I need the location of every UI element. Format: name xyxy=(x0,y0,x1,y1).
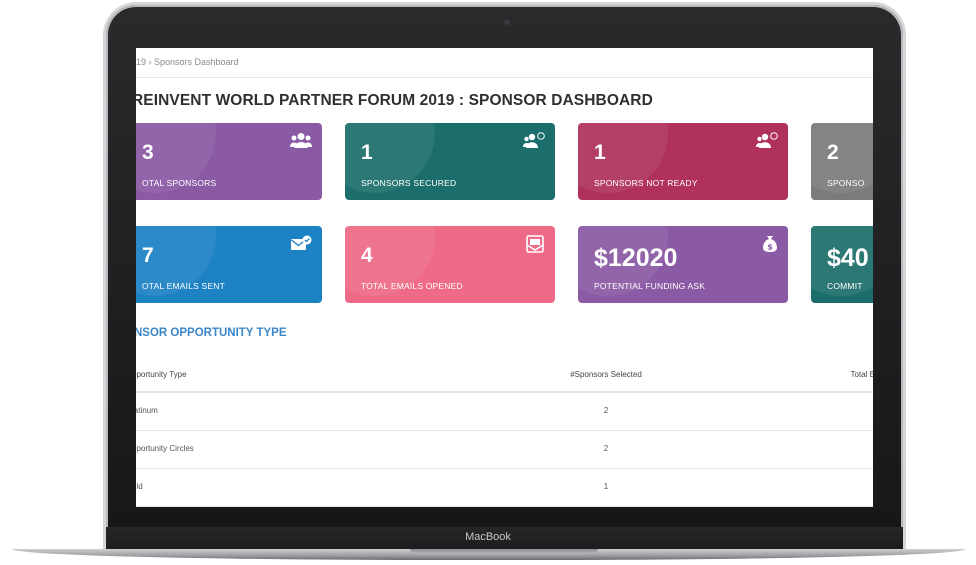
card-label: COMMIT xyxy=(827,281,863,291)
column-header[interactable]: pportunity Type xyxy=(136,370,187,379)
page-title: REINVENT WORLD PARTNER FORUM 2019 : SPON… xyxy=(136,92,653,109)
users-icon xyxy=(290,132,312,153)
card-label: OTAL SPONSORS xyxy=(142,178,217,188)
money-bag-icon: $ xyxy=(762,235,778,257)
laptop-notch xyxy=(410,549,598,554)
card-total-emails-opened[interactable]: 4 TOTAL EMAILS OPENED xyxy=(345,226,555,303)
card-value: $12020 xyxy=(594,244,678,272)
card-label: TOTAL EMAILS OPENED xyxy=(361,281,463,291)
column-header[interactable]: #Sponsors Selected xyxy=(546,370,666,379)
card-total-emails-sent[interactable]: 7 OTAL EMAILS SENT xyxy=(136,226,322,303)
table-cell: 1 xyxy=(603,482,609,491)
card-label: OTAL EMAILS SENT xyxy=(142,281,226,291)
table-row[interactable]: old 1 ‘ xyxy=(136,469,873,507)
section-title: NSOR OPPORTUNITY TYPE xyxy=(136,327,287,339)
opportunity-table: pportunity Type #Sponsors Selected Total… xyxy=(136,360,873,507)
users-x-icon xyxy=(756,132,778,153)
mail-check-icon xyxy=(290,235,312,256)
breadcrumb[interactable]: 19 › Sponsors Dashboard xyxy=(136,57,239,67)
table-cell: 2 xyxy=(603,444,609,453)
svg-text:$: $ xyxy=(767,243,773,252)
table-row[interactable]: latinum 2 ‘ xyxy=(136,393,873,431)
laptop-brand-label: MacBook xyxy=(465,531,511,543)
table-cell: 2 xyxy=(603,406,609,415)
card-label: SPONSO xyxy=(827,178,865,188)
card-sponsors-not-ready[interactable]: 1 SPONSORS NOT READY xyxy=(578,123,788,200)
card-label: SPONSORS SECURED xyxy=(361,178,457,188)
card-label: SPONSORS NOT READY xyxy=(594,178,698,188)
card-value: 2 xyxy=(827,141,839,164)
card-value: 7 xyxy=(142,244,154,267)
card-value: 3 xyxy=(142,141,154,164)
camera-icon xyxy=(504,19,510,25)
card-sponsors-other[interactable]: 2 SPONSO xyxy=(811,123,873,200)
card-value: $40 xyxy=(827,244,869,272)
breadcrumb-bar: 19 › Sponsors Dashboard xyxy=(136,48,873,78)
mail-open-icon xyxy=(525,235,545,257)
card-label: POTENTIAL FUNDING ASK xyxy=(594,281,706,291)
card-value: 4 xyxy=(361,244,373,267)
users-check-icon xyxy=(523,132,545,153)
card-sponsors-secured[interactable]: 1 SPONSORS SECURED xyxy=(345,123,555,200)
screen: 19 › Sponsors Dashboard REINVENT WORLD P… xyxy=(136,48,873,507)
card-value: 1 xyxy=(361,141,373,164)
card-potential-funding-ask[interactable]: $12020 POTENTIAL FUNDING ASK $ xyxy=(578,226,788,303)
table-cell: pportunity Circles xyxy=(136,444,194,453)
card-value: 1 xyxy=(594,141,606,164)
table-header-row: pportunity Type #Sponsors Selected Total… xyxy=(136,360,873,393)
card-committed[interactable]: $40 COMMIT xyxy=(811,226,873,303)
card-total-sponsors[interactable]: 3 OTAL SPONSORS xyxy=(136,123,322,200)
column-header[interactable]: Total E xyxy=(851,370,873,379)
table-cell: latinum xyxy=(136,406,158,415)
table-cell: old xyxy=(136,482,143,491)
table-row[interactable]: pportunity Circles 2 ‘ xyxy=(136,431,873,469)
